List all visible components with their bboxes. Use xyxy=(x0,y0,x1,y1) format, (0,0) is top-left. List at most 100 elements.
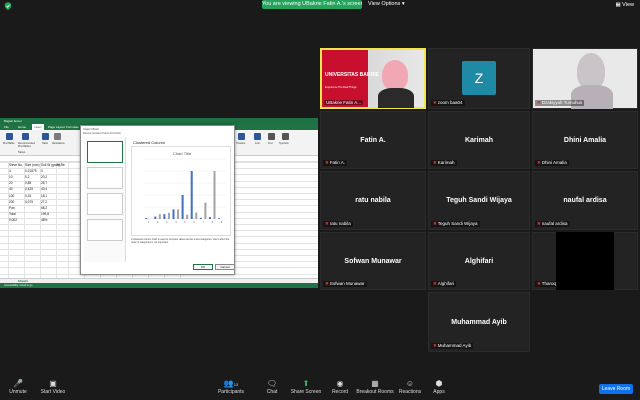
participant-tile-teguh[interactable]: Teguh Sandi Wijaya ✖Teguh Sandi Wijaya xyxy=(428,171,530,230)
table-icon[interactable] xyxy=(42,133,49,140)
start-video-label: Start Video xyxy=(40,389,66,395)
share-screen-icon: ⬆ xyxy=(302,379,310,388)
table-cell[interactable]: 68,2 xyxy=(41,206,47,210)
dialog-tabs[interactable]: Recommended Charts All Charts xyxy=(83,132,121,135)
participant-name: ✖Fatin A. xyxy=(323,160,348,166)
ok-button[interactable]: OK xyxy=(193,264,213,270)
leave-room-button[interactable]: Leave Room xyxy=(599,384,633,394)
column-header[interactable]: Sieve No. xyxy=(9,163,23,167)
timeline-icon[interactable] xyxy=(238,133,245,140)
grid-col-line xyxy=(24,162,25,278)
table-cell[interactable]: 200 xyxy=(9,200,14,204)
ribbon-label: Text xyxy=(268,142,273,145)
chart-bar xyxy=(204,202,207,219)
text-icon[interactable] xyxy=(268,133,275,140)
chart-bar xyxy=(186,214,189,219)
unmute-button[interactable]: 🎤 Unmute xyxy=(6,378,30,395)
participant-name-text: zoom baa04 xyxy=(437,100,463,105)
participant-tile-dhini[interactable]: Dhini Amalia ✖Dhini Amalia xyxy=(532,111,638,169)
illustrations-icon[interactable] xyxy=(54,133,61,140)
participant-tile-sofwan[interactable]: Sofwan Munawar ✖Sofwan Munawar xyxy=(320,232,426,290)
table-cell[interactable]: 0,425 xyxy=(25,187,33,191)
ribbon-label: Illustrations xyxy=(52,142,65,145)
microphone-muted-icon: 🎤 xyxy=(13,379,23,388)
table-cell[interactable]: 48% xyxy=(41,218,47,222)
participant-name-text: Sofwan Munawar xyxy=(329,281,365,286)
participants-icon: 👥13 xyxy=(223,379,239,388)
table-cell[interactable]: 20,2 xyxy=(41,175,47,179)
table-cell[interactable]: 100 xyxy=(9,194,14,198)
x-tick-label: 3 xyxy=(166,221,168,224)
chat-button[interactable]: 🗨 Chat xyxy=(262,378,282,395)
participant-name-text: UBakrie Fatin A... xyxy=(326,100,362,105)
record-icon: ◉ xyxy=(336,379,344,388)
chevron-down-icon: ▾ xyxy=(401,1,405,7)
breakout-rooms-icon: ▦ xyxy=(371,379,379,388)
ribbon-label: Recommended PivotTables xyxy=(18,142,35,148)
link-icon[interactable] xyxy=(254,133,261,140)
table-cell[interactable]: 0,21875 xyxy=(25,169,37,173)
person-silhouette xyxy=(577,53,605,89)
table-cell[interactable]: 0 xyxy=(41,169,43,173)
table-cell[interactable]: 10 xyxy=(9,175,13,179)
chart-thumbnail[interactable] xyxy=(87,219,123,241)
table-cell[interactable]: 25,7 xyxy=(41,181,47,185)
reactions-button[interactable]: ☺ Reactions xyxy=(398,378,422,395)
participant-name: ✖ratu nabila xyxy=(323,221,353,227)
table-cell[interactable]: 0,85 xyxy=(25,181,31,185)
chart-thumbnail[interactable] xyxy=(87,193,123,215)
participant-tile-muhammad[interactable]: Muhammad Ayib ✖Muhammad Ayib xyxy=(428,292,530,352)
university-logo-text: UNIVERSITAS BAKRIE xyxy=(325,72,379,78)
participant-tile-alghifari[interactable]: Alghifari ✖Alghifari xyxy=(428,232,530,290)
ribbon-label: Symbols xyxy=(279,142,289,145)
participant-tile-ubakrie[interactable]: UNIVERSITAS BAKRIE Experience The Real T… xyxy=(320,48,426,109)
table-cell[interactable]: 27,2 xyxy=(41,200,47,204)
table-cell[interactable]: Pan xyxy=(9,206,15,210)
chart-thumbnail[interactable] xyxy=(87,141,123,163)
table-cell[interactable]: 40 xyxy=(9,187,13,191)
table-cell[interactable]: 0,075 xyxy=(25,200,33,204)
participant-tile-fatin[interactable]: Fatin A. ✖Fatin A. xyxy=(320,111,426,169)
column-header[interactable]: Size (mm) xyxy=(25,163,40,167)
start-video-button[interactable]: ▣ Start Video xyxy=(38,378,68,395)
apps-button[interactable]: ⬢ Apps xyxy=(430,378,448,395)
recommended-pivot-icon[interactable] xyxy=(22,133,29,140)
participant-name: ✖Karimah xyxy=(431,160,457,166)
table-cell[interactable]: 40,4 xyxy=(41,187,47,191)
share-screen-button[interactable]: ⬆ Share Screen xyxy=(290,378,322,395)
participant-tile-naufal[interactable]: naufal ardisa ✖naufal ardisa xyxy=(532,171,638,230)
cancel-button[interactable]: Cancel xyxy=(215,264,235,270)
table-cell[interactable]: 18,1 xyxy=(41,194,47,198)
symbols-icon[interactable] xyxy=(282,133,289,140)
participants-button[interactable]: 👥13 Participants xyxy=(216,378,246,395)
participant-name: ✖zoom baa04 xyxy=(431,100,465,106)
mic-muted-icon: ✖ xyxy=(537,221,541,226)
participant-tile-karimah[interactable]: Karimah ✖Karimah xyxy=(428,111,530,169)
table-cell[interactable]: 0,2 xyxy=(25,175,29,179)
column-header[interactable]: % Re xyxy=(57,163,65,167)
chart-bar xyxy=(199,217,202,219)
table-cell[interactable]: 4 xyxy=(9,169,11,173)
participant-tile-ratu[interactable]: ratu nabila ✖ratu nabila xyxy=(320,171,426,230)
table-cell[interactable]: Total xyxy=(9,212,16,216)
mic-muted-icon: ✖ xyxy=(433,281,437,286)
participant-name-text: Karimah xyxy=(437,160,455,165)
breakout-rooms-button[interactable]: ▦ Breakout Rooms xyxy=(356,378,394,395)
table-cell[interactable]: 0,002 xyxy=(9,218,17,222)
participant-name: UBakrie Fatin A... xyxy=(324,100,364,105)
participant-name-text: Muhammad Ayib xyxy=(437,343,472,348)
pivottable-icon[interactable] xyxy=(6,133,13,140)
record-button[interactable]: ◉ Record xyxy=(330,378,350,395)
shared-screen[interactable]: Bagian Excel File Home Insert Page Layou… xyxy=(0,118,318,288)
table-cell[interactable]: 199,8 xyxy=(41,212,49,216)
security-shield-icon[interactable] xyxy=(4,2,12,10)
view-options-button[interactable]: View Options ▾ xyxy=(368,0,405,9)
view-button[interactable]: ▦ View xyxy=(615,2,634,8)
ribbon-label: Table xyxy=(42,142,48,145)
participant-tile-dzakiyyah[interactable]: ✖Dzakiyyah Tumuhus xyxy=(532,48,638,109)
chart-bar xyxy=(145,218,148,219)
table-cell[interactable]: 20 xyxy=(9,181,13,185)
x-tick-label: 7 xyxy=(203,221,205,224)
table-cell[interactable]: 0,15 xyxy=(25,194,31,198)
chart-thumbnail[interactable] xyxy=(87,167,123,189)
